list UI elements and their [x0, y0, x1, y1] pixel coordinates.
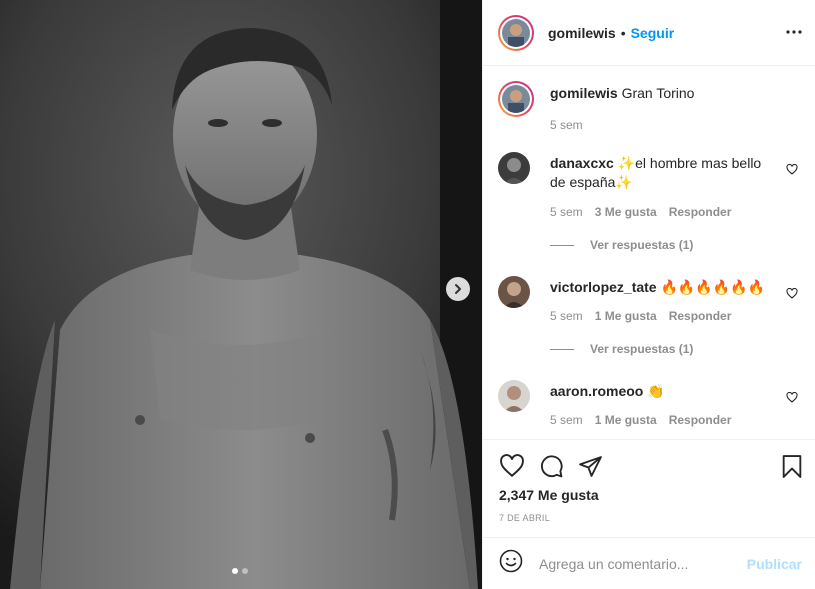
commenter-avatar[interactable] — [498, 152, 530, 184]
emoji-button[interactable] — [499, 549, 523, 578]
carousel-dot-active — [232, 568, 238, 574]
comment-icon — [540, 455, 563, 478]
publish-button[interactable]: Publicar — [747, 556, 802, 572]
share-icon — [579, 456, 602, 477]
caption: gomilewis Gran Torino 5 sem — [498, 81, 808, 141]
comment-text-block: danaxcxc ✨el hombre mas bello de españa✨ — [550, 154, 775, 192]
comment-item: aaron.romeoo 👏 5 sem 1 Me gusta Responde… — [498, 380, 808, 430]
comment-text: 🔥🔥🔥🔥🔥🔥 — [660, 279, 766, 295]
comment-item: danaxcxc ✨el hombre mas bello de españa✨… — [498, 152, 808, 252]
comment-meta: 5 sem 1 Me gusta Responder — [550, 309, 731, 323]
comment-time: 5 sem — [550, 205, 583, 219]
comment-time: 5 sem — [550, 413, 583, 427]
author-username[interactable]: gomilewis — [548, 25, 616, 41]
post-media — [0, 0, 482, 589]
comment-button[interactable] — [539, 454, 564, 484]
comment-username[interactable]: victorlopez_tate — [550, 279, 657, 295]
reply-button[interactable]: Responder — [669, 309, 732, 323]
post-actions: 2,347 Me gusta 7 DE ABRIL — [483, 439, 815, 523]
comment-likes[interactable]: 1 Me gusta — [595, 413, 657, 427]
bookmark-icon — [782, 455, 802, 478]
caption-meta: 5 sem — [550, 118, 583, 132]
heart-icon — [500, 454, 524, 478]
comment-meta: 5 sem 1 Me gusta Responder — [550, 413, 731, 427]
commenter-avatar[interactable] — [498, 380, 530, 412]
comment-username[interactable]: aaron.romeoo — [550, 383, 643, 399]
carousel-indicator — [232, 568, 248, 574]
follow-button[interactable]: Seguir — [631, 25, 675, 41]
action-icons — [499, 454, 603, 484]
replies-line — [550, 244, 574, 246]
post-photo — [0, 0, 482, 589]
caption-username[interactable]: gomilewis — [550, 85, 618, 101]
caption-time: 5 sem — [550, 118, 583, 132]
author-avatar-image — [502, 18, 530, 47]
caption-avatar-image — [502, 85, 530, 113]
comment-text: 👏 — [647, 383, 665, 399]
carousel-dot — [242, 568, 248, 574]
comment-text-block: victorlopez_tate 🔥🔥🔥🔥🔥🔥 — [550, 278, 775, 297]
post-date: 7 DE ABRIL — [499, 513, 551, 523]
more-options-icon — [786, 30, 802, 34]
post-panel: gomilewis • Seguir gomilewis Gran Torino… — [482, 0, 815, 589]
heart-icon — [786, 287, 798, 299]
chevron-right-icon — [455, 284, 461, 294]
comment-text-block: aaron.romeoo 👏 — [550, 382, 775, 401]
like-count[interactable]: 2,347 Me gusta — [499, 487, 599, 503]
comment-like-button[interactable] — [786, 286, 798, 304]
comment-input[interactable] — [539, 555, 739, 572]
heart-icon — [786, 163, 798, 175]
heart-icon — [786, 391, 798, 403]
comment-likes[interactable]: 3 Me gusta — [595, 205, 657, 219]
view-replies-button[interactable]: Ver respuestas (1) — [550, 238, 693, 252]
comment-likes[interactable]: 1 Me gusta — [595, 309, 657, 323]
view-replies-button[interactable]: Ver respuestas (1) — [550, 342, 693, 356]
save-button[interactable] — [781, 454, 803, 484]
comment-item: victorlopez_tate 🔥🔥🔥🔥🔥🔥 5 sem 1 Me gusta… — [498, 276, 808, 356]
reply-button[interactable]: Responder — [669, 205, 732, 219]
post-header: gomilewis • Seguir — [483, 0, 815, 66]
reply-button[interactable]: Responder — [669, 413, 732, 427]
next-photo-button[interactable] — [446, 277, 470, 301]
share-button[interactable] — [578, 454, 603, 484]
caption-text-block: gomilewis Gran Torino — [550, 84, 775, 103]
caption-avatar[interactable] — [498, 81, 534, 117]
comments-list: gomilewis Gran Torino 5 sem danaxcxc ✨el… — [483, 67, 815, 439]
replies-line — [550, 348, 574, 350]
comment-username[interactable]: danaxcxc — [550, 155, 614, 171]
author-avatar[interactable] — [498, 14, 534, 51]
more-options-button[interactable] — [786, 21, 802, 39]
view-replies-label: Ver respuestas (1) — [590, 342, 694, 356]
comment-time: 5 sem — [550, 309, 583, 323]
comment-like-button[interactable] — [786, 162, 798, 180]
add-comment-bar: Publicar — [483, 537, 815, 589]
separator-dot: • — [620, 24, 626, 41]
caption-text: Gran Torino — [621, 85, 695, 101]
commenter-avatar[interactable] — [498, 276, 530, 308]
comment-meta: 5 sem 3 Me gusta Responder — [550, 205, 731, 219]
like-button[interactable] — [499, 454, 525, 484]
view-replies-label: Ver respuestas (1) — [590, 238, 694, 252]
comment-like-button[interactable] — [786, 390, 798, 408]
emoji-icon — [499, 549, 523, 573]
